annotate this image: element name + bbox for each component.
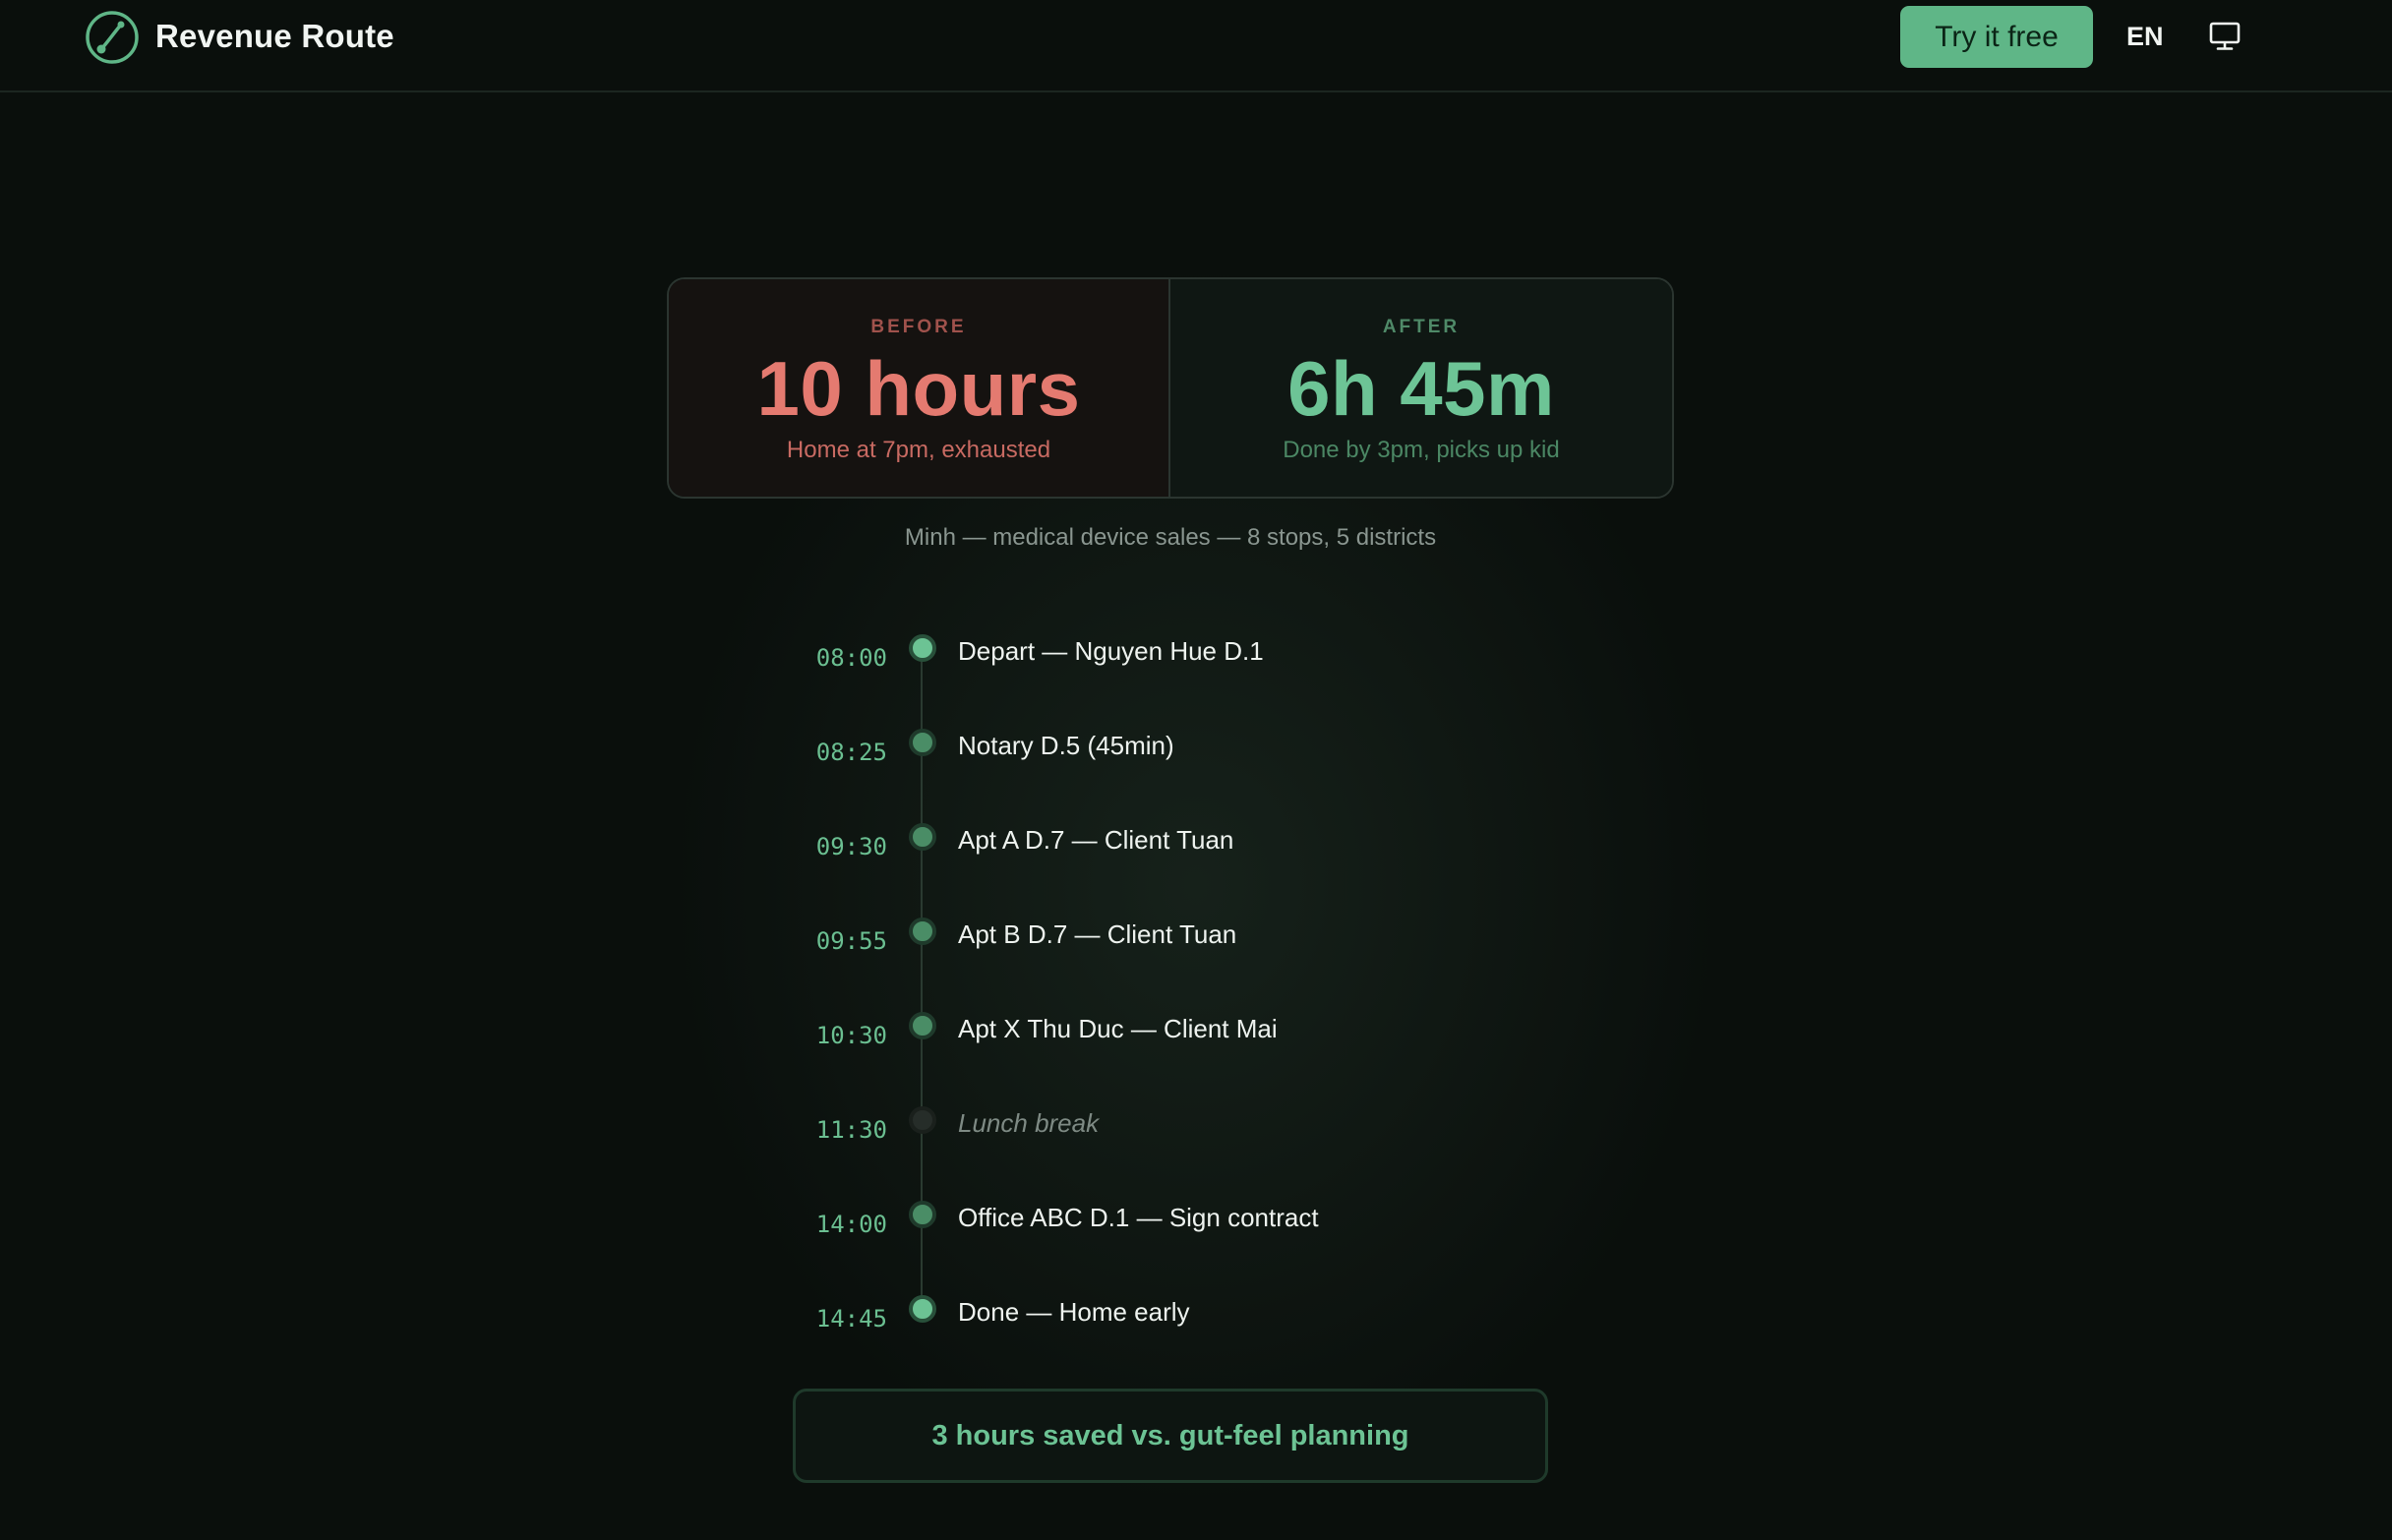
timeline-dot-icon (909, 1106, 936, 1134)
timeline-time: 08:25 (815, 739, 887, 766)
timeline-dot-icon (909, 634, 936, 662)
timeline-item: 11:30 Lunch break (787, 1102, 1475, 1152)
timeline-label: Done — Home early (958, 1297, 1190, 1327)
route-logo-icon[interactable] (85, 10, 140, 65)
language-selector[interactable]: EN (2126, 22, 2164, 52)
savings-summary-badge: 3 hours saved vs. gut-feel planning (793, 1389, 1548, 1483)
monitor-icon[interactable] (2208, 22, 2242, 51)
before-subtext: Home at 7pm, exhausted (786, 437, 1051, 463)
timeline-time: 10:30 (815, 1022, 887, 1049)
timeline-item: 10:30 Apt X Thu Duc — Client Mai (787, 1008, 1475, 1057)
timeline-label: Apt X Thu Duc — Client Mai (958, 1014, 1278, 1043)
before-after-comparison: BEFORE 10 hours Home at 7pm, exhausted A… (667, 277, 1674, 499)
before-value: 10 hours (756, 345, 1081, 432)
timeline-label: Office ABC D.1 — Sign contract (958, 1203, 1319, 1232)
timeline-item: 08:00 Depart — Nguyen Hue D.1 (787, 630, 1475, 680)
brand-name[interactable]: Revenue Route (155, 18, 394, 55)
timeline-label: Apt B D.7 — Client Tuan (958, 919, 1237, 949)
timeline-item: 08:25 Notary D.5 (45min) (787, 725, 1475, 774)
timeline-dot-icon (909, 823, 936, 851)
before-label: BEFORE (870, 317, 967, 337)
timeline-dot-icon (909, 1295, 936, 1323)
after-subtext: Done by 3pm, picks up kid (1283, 437, 1560, 463)
scenario-caption: Minh — medical device sales — 8 stops, 5… (904, 524, 1437, 551)
timeline-time: 14:00 (815, 1211, 887, 1238)
timeline-time: 08:00 (815, 644, 887, 672)
top-nav: Revenue Route Try it free EN (0, 0, 2392, 92)
timeline-dot-icon (909, 1201, 936, 1228)
timeline-time: 14:45 (815, 1305, 887, 1333)
after-panel: AFTER 6h 45m Done by 3pm, picks up kid (1170, 279, 1672, 497)
timeline-time: 09:30 (815, 833, 887, 860)
timeline-dot-icon (909, 918, 936, 945)
timeline-item: 14:00 Office ABC D.1 — Sign contract (787, 1197, 1475, 1246)
timeline-item: 14:45 Done — Home early (787, 1291, 1475, 1340)
try-free-button[interactable]: Try it free (1900, 6, 2093, 68)
timeline-label: Apt A D.7 — Client Tuan (958, 825, 1234, 855)
before-panel: BEFORE 10 hours Home at 7pm, exhausted (669, 279, 1170, 497)
timeline-label: Depart — Nguyen Hue D.1 (958, 636, 1264, 666)
timeline-time: 09:55 (815, 927, 887, 955)
timeline-item: 09:30 Apt A D.7 — Client Tuan (787, 819, 1475, 868)
after-label: AFTER (1382, 317, 1461, 337)
timeline-label: Notary D.5 (45min) (958, 731, 1174, 760)
timeline-dot-icon (909, 1012, 936, 1039)
after-value: 6h 45m (1287, 345, 1555, 432)
timeline-time: 11:30 (815, 1116, 887, 1144)
timeline-label: Lunch break (958, 1108, 1100, 1138)
timeline-dot-icon (909, 729, 936, 756)
timeline-item: 09:55 Apt B D.7 — Client Tuan (787, 914, 1475, 963)
